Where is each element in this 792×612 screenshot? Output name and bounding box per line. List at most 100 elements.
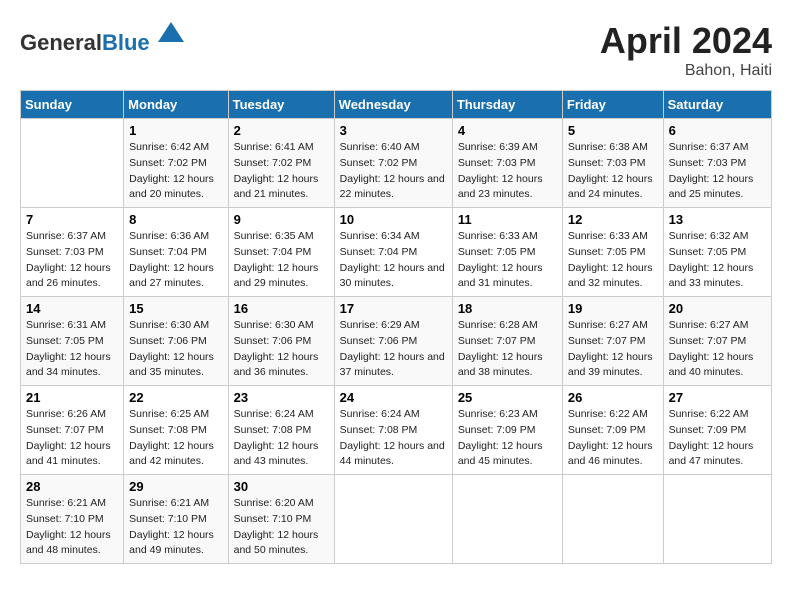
calendar-cell: 27 Sunrise: 6:22 AMSunset: 7:09 PMDayligh… — [663, 386, 771, 475]
calendar-cell: 26 Sunrise: 6:22 AMSunset: 7:09 PMDayligh… — [562, 386, 663, 475]
day-info: Sunrise: 6:29 AMSunset: 7:06 PMDaylight:… — [340, 318, 447, 381]
day-info: Sunrise: 6:33 AMSunset: 7:05 PMDaylight:… — [568, 229, 658, 292]
calendar-cell: 18 Sunrise: 6:28 AMSunset: 7:07 PMDayligh… — [452, 297, 562, 386]
day-info: Sunrise: 6:23 AMSunset: 7:09 PMDaylight:… — [458, 407, 557, 470]
calendar-cell: 15 Sunrise: 6:30 AMSunset: 7:06 PMDayligh… — [124, 297, 228, 386]
day-info: Sunrise: 6:41 AMSunset: 7:02 PMDaylight:… — [234, 140, 329, 203]
day-number: 28 — [26, 479, 118, 494]
day-info: Sunrise: 6:27 AMSunset: 7:07 PMDaylight:… — [568, 318, 658, 381]
day-number: 19 — [568, 301, 658, 316]
logo-general: General — [20, 30, 102, 55]
calendar-cell — [452, 475, 562, 564]
day-info: Sunrise: 6:34 AMSunset: 7:04 PMDaylight:… — [340, 229, 447, 292]
calendar-cell: 8Sunrise: 6:36 AMSunset: 7:04 PMDaylight… — [124, 208, 228, 297]
calendar-cell: 20 Sunrise: 6:27 AMSunset: 7:07 PMDayligh… — [663, 297, 771, 386]
calendar-cell — [21, 119, 124, 208]
day-number: 25 — [458, 390, 557, 405]
title-area: April 2024 Bahon, Haiti — [600, 20, 772, 80]
header-row: SundayMondayTuesdayWednesdayThursdayFrid… — [21, 91, 772, 119]
day-info: Sunrise: 6:21 AMSunset: 7:10 PMDaylight:… — [26, 496, 118, 559]
day-number: 7 — [26, 212, 118, 227]
calendar-cell: 6Sunrise: 6:37 AMSunset: 7:03 PMDaylight… — [663, 119, 771, 208]
day-info: Sunrise: 6:36 AMSunset: 7:04 PMDaylight:… — [129, 229, 222, 292]
calendar-cell: 25 Sunrise: 6:23 AMSunset: 7:09 PMDayligh… — [452, 386, 562, 475]
day-number: 12 — [568, 212, 658, 227]
day-header: Thursday — [452, 91, 562, 119]
calendar-cell: 23 Sunrise: 6:24 AMSunset: 7:08 PMDayligh… — [228, 386, 334, 475]
calendar-cell: 7Sunrise: 6:37 AMSunset: 7:03 PMDaylight… — [21, 208, 124, 297]
day-number: 18 — [458, 301, 557, 316]
day-info: Sunrise: 6:24 AMSunset: 7:08 PMDaylight:… — [340, 407, 447, 470]
day-info: Sunrise: 6:30 AMSunset: 7:06 PMDaylight:… — [234, 318, 329, 381]
calendar-cell: 22 Sunrise: 6:25 AMSunset: 7:08 PMDayligh… — [124, 386, 228, 475]
calendar-cell: 1 Sunrise: 6:42 AMSunset: 7:02 PMDaylight… — [124, 119, 228, 208]
day-header: Tuesday — [228, 91, 334, 119]
day-number: 9 — [234, 212, 329, 227]
calendar-cell: 10 Sunrise: 6:34 AMSunset: 7:04 PMDayligh… — [334, 208, 452, 297]
day-info: Sunrise: 6:35 AMSunset: 7:04 PMDaylight:… — [234, 229, 329, 292]
day-info: Sunrise: 6:42 AMSunset: 7:02 PMDaylight:… — [129, 140, 222, 203]
calendar-cell: 13Sunrise: 6:32 AMSunset: 7:05 PMDayligh… — [663, 208, 771, 297]
day-number: 14 — [26, 301, 118, 316]
day-number: 30 — [234, 479, 329, 494]
calendar-cell: 29 Sunrise: 6:21 AMSunset: 7:10 PMDayligh… — [124, 475, 228, 564]
calendar-week-row: 21Sunrise: 6:26 AMSunset: 7:07 PMDayligh… — [21, 386, 772, 475]
calendar-cell: 16 Sunrise: 6:30 AMSunset: 7:06 PMDayligh… — [228, 297, 334, 386]
day-info: Sunrise: 6:28 AMSunset: 7:07 PMDaylight:… — [458, 318, 557, 381]
calendar-cell: 4 Sunrise: 6:39 AMSunset: 7:03 PMDaylight… — [452, 119, 562, 208]
logo-icon — [156, 20, 186, 50]
calendar-cell: 19 Sunrise: 6:27 AMSunset: 7:07 PMDayligh… — [562, 297, 663, 386]
calendar-title: April 2024 — [600, 20, 772, 62]
day-number: 20 — [669, 301, 766, 316]
calendar-cell: 30 Sunrise: 6:20 AMSunset: 7:10 PMDayligh… — [228, 475, 334, 564]
day-number: 10 — [340, 212, 447, 227]
day-number: 3 — [340, 123, 447, 138]
day-info: Sunrise: 6:22 AMSunset: 7:09 PMDaylight:… — [568, 407, 658, 470]
calendar-cell: 9 Sunrise: 6:35 AMSunset: 7:04 PMDaylight… — [228, 208, 334, 297]
day-info: Sunrise: 6:20 AMSunset: 7:10 PMDaylight:… — [234, 496, 329, 559]
calendar-cell — [562, 475, 663, 564]
calendar-cell: 12 Sunrise: 6:33 AMSunset: 7:05 PMDayligh… — [562, 208, 663, 297]
calendar-cell: 24 Sunrise: 6:24 AMSunset: 7:08 PMDayligh… — [334, 386, 452, 475]
day-info: Sunrise: 6:26 AMSunset: 7:07 PMDaylight:… — [26, 407, 118, 470]
calendar-cell: 2 Sunrise: 6:41 AMSunset: 7:02 PMDaylight… — [228, 119, 334, 208]
calendar-week-row: 28 Sunrise: 6:21 AMSunset: 7:10 PMDayligh… — [21, 475, 772, 564]
day-number: 5 — [568, 123, 658, 138]
day-info: Sunrise: 6:39 AMSunset: 7:03 PMDaylight:… — [458, 140, 557, 203]
day-number: 22 — [129, 390, 222, 405]
calendar-cell: 14 Sunrise: 6:31 AMSunset: 7:05 PMDayligh… — [21, 297, 124, 386]
day-info: Sunrise: 6:27 AMSunset: 7:07 PMDaylight:… — [669, 318, 766, 381]
day-number: 29 — [129, 479, 222, 494]
day-info: Sunrise: 6:33 AMSunset: 7:05 PMDaylight:… — [458, 229, 557, 292]
day-info: Sunrise: 6:40 AMSunset: 7:02 PMDaylight:… — [340, 140, 447, 203]
day-number: 24 — [340, 390, 447, 405]
calendar-cell: 11 Sunrise: 6:33 AMSunset: 7:05 PMDayligh… — [452, 208, 562, 297]
calendar-cell — [663, 475, 771, 564]
day-header: Wednesday — [334, 91, 452, 119]
day-number: 27 — [669, 390, 766, 405]
calendar-week-row: 7Sunrise: 6:37 AMSunset: 7:03 PMDaylight… — [21, 208, 772, 297]
day-number: 23 — [234, 390, 329, 405]
day-number: 16 — [234, 301, 329, 316]
day-number: 15 — [129, 301, 222, 316]
day-info: Sunrise: 6:30 AMSunset: 7:06 PMDaylight:… — [129, 318, 222, 381]
calendar-cell — [334, 475, 452, 564]
calendar-cell: 17Sunrise: 6:29 AMSunset: 7:06 PMDayligh… — [334, 297, 452, 386]
day-number: 11 — [458, 212, 557, 227]
day-info: Sunrise: 6:21 AMSunset: 7:10 PMDaylight:… — [129, 496, 222, 559]
day-info: Sunrise: 6:24 AMSunset: 7:08 PMDaylight:… — [234, 407, 329, 470]
header: GeneralBlue April 2024 Bahon, Haiti — [20, 20, 772, 80]
calendar-cell: 3 Sunrise: 6:40 AMSunset: 7:02 PMDaylight… — [334, 119, 452, 208]
day-number: 1 — [129, 123, 222, 138]
day-number: 2 — [234, 123, 329, 138]
calendar-table: SundayMondayTuesdayWednesdayThursdayFrid… — [20, 90, 772, 564]
day-number: 13 — [669, 212, 766, 227]
day-info: Sunrise: 6:25 AMSunset: 7:08 PMDaylight:… — [129, 407, 222, 470]
day-header: Friday — [562, 91, 663, 119]
day-number: 4 — [458, 123, 557, 138]
day-info: Sunrise: 6:38 AMSunset: 7:03 PMDaylight:… — [568, 140, 658, 203]
day-number: 6 — [669, 123, 766, 138]
day-info: Sunrise: 6:22 AMSunset: 7:09 PMDaylight:… — [669, 407, 766, 470]
day-number: 26 — [568, 390, 658, 405]
day-info: Sunrise: 6:31 AMSunset: 7:05 PMDaylight:… — [26, 318, 118, 381]
